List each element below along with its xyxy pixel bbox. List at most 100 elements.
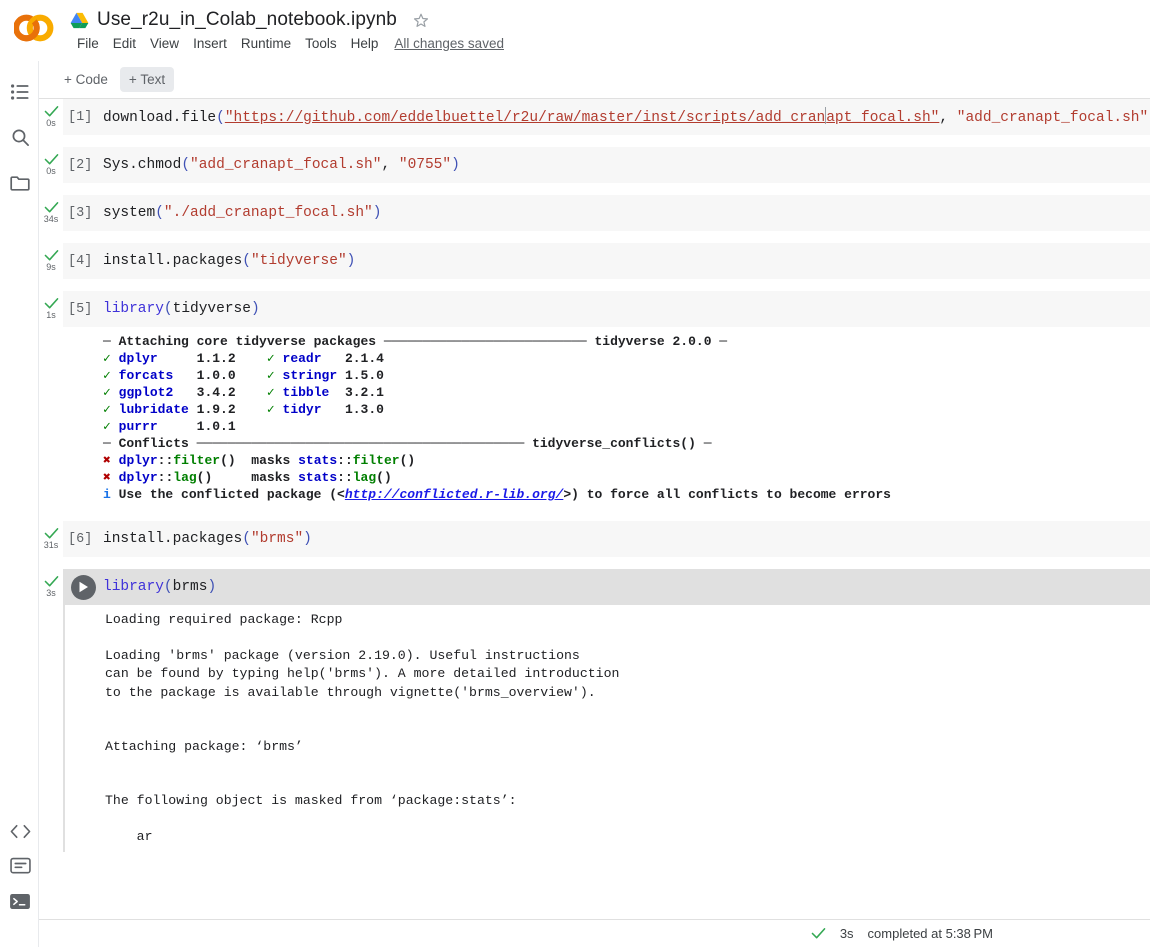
- execution-count: [3]: [68, 205, 93, 221]
- menu-help[interactable]: Help: [344, 34, 386, 53]
- run-cell-button[interactable]: [63, 574, 103, 600]
- notebook-cell[interactable]: 0s [1] download.file("https://github.com…: [39, 99, 1150, 135]
- menu-file[interactable]: File: [70, 34, 106, 53]
- code-token: library: [103, 301, 164, 317]
- code-snippets-icon[interactable]: [9, 820, 31, 842]
- success-check-icon: [44, 250, 58, 261]
- cell-spacer: [39, 183, 1150, 195]
- menu-view[interactable]: View: [143, 34, 186, 53]
- tidyverse-attach-output: ─ Attaching core tidyverse packages ────…: [103, 334, 891, 502]
- code-token: "tidyverse": [250, 253, 347, 269]
- code-token: download.file: [103, 109, 217, 126]
- cell-elapsed: 1s: [46, 310, 56, 320]
- notebook-cell[interactable]: 34s [3] system("./add_cranapt_focal.sh"): [39, 195, 1150, 231]
- notebook-scroll-area[interactable]: 0s [1] download.file("https://github.com…: [39, 99, 1150, 919]
- star-outline-icon[interactable]: [405, 11, 430, 29]
- notebook-cell[interactable]: 31s [6] install.packages("brms"): [39, 521, 1150, 557]
- add-text-cell-button[interactable]: + Text: [119, 67, 175, 92]
- command-palette-icon[interactable]: [9, 854, 31, 876]
- menu-bar: File Edit View Insert Runtime Tools Help…: [70, 34, 504, 53]
- code-editor[interactable]: system("./add_cranapt_focal.sh"): [103, 203, 381, 223]
- notebook-cell[interactable]: 0s [2] Sys.chmod("add_cranapt_focal.sh",…: [39, 147, 1150, 183]
- success-check-icon: [44, 576, 58, 587]
- notebook-cell[interactable]: 9s [4] install.packages("tidyverse"): [39, 243, 1150, 279]
- code-editor[interactable]: download.file("https://github.com/eddelb…: [103, 106, 1150, 128]
- success-check-icon: [811, 928, 826, 939]
- cell-status-gutter: 1s: [39, 297, 63, 320]
- cell-spacer: [39, 135, 1150, 147]
- code-token: "./add_cranapt_focal.sh": [163, 205, 373, 221]
- output-blank: [65, 702, 1150, 738]
- cell-code-row[interactable]: [3] system("./add_cranapt_focal.sh"): [63, 195, 1150, 231]
- brms-output-block3: The following object is masked from ‘pac…: [105, 793, 517, 809]
- search-icon[interactable]: [9, 126, 31, 148]
- table-of-contents-icon[interactable]: [9, 81, 31, 103]
- code-token: ,: [381, 157, 399, 173]
- cell-status-gutter: 0s: [39, 105, 63, 128]
- files-icon[interactable]: [9, 172, 31, 194]
- code-token: "add_cranapt_focal.sh": [190, 157, 382, 173]
- code-token: install.packages: [103, 253, 243, 269]
- page-title[interactable]: Use_r2u_in_Colab_notebook.ipynb: [97, 9, 397, 31]
- code-token: (: [163, 301, 173, 317]
- success-check-icon: [44, 202, 58, 213]
- cell-output: ─ Attaching core tidyverse packages ────…: [63, 327, 1150, 509]
- code-token: Sys.chmod: [103, 157, 182, 173]
- code-token: "brms": [250, 531, 304, 547]
- code-token: "add_cranapt_focal.sh": [956, 109, 1149, 126]
- cell-elapsed: 9s: [46, 262, 56, 272]
- colab-logo[interactable]: [13, 12, 54, 44]
- code-editor[interactable]: Sys.chmod("add_cranapt_focal.sh", "0755"…: [103, 155, 460, 175]
- execution-count: [2]: [68, 157, 93, 173]
- execution-count: [4]: [68, 253, 93, 269]
- cell-output: Loading required package: Rcpp Loading '…: [63, 605, 1150, 853]
- text-caret: [825, 106, 827, 124]
- code-token: system: [103, 205, 156, 221]
- code-editor[interactable]: library(brms): [103, 577, 216, 597]
- code-editor[interactable]: install.packages("tidyverse"): [103, 251, 355, 271]
- cell-status-gutter: 31s: [39, 527, 63, 550]
- cell-spacer: [39, 509, 1150, 521]
- execution-count: [6]: [68, 531, 93, 547]
- code-token: tidyverse: [172, 301, 251, 317]
- notebook-toolbar: + Code + Text: [39, 61, 1150, 99]
- cell-status-gutter: 9s: [39, 249, 63, 272]
- code-editor[interactable]: install.packages("brms"): [103, 529, 312, 549]
- cell-code-row[interactable]: [5] library(tidyverse): [63, 291, 1150, 327]
- cell-elapsed: 3s: [46, 588, 56, 598]
- cell-code-row[interactable]: [4] install.packages("tidyverse"): [63, 243, 1150, 279]
- play-icon[interactable]: [70, 574, 96, 600]
- save-status[interactable]: All changes saved: [394, 36, 504, 51]
- code-token: apt_focal.sh": [826, 109, 940, 126]
- menu-tools[interactable]: Tools: [298, 34, 344, 53]
- menu-runtime[interactable]: Runtime: [234, 34, 298, 53]
- code-token: ): [372, 205, 382, 221]
- cell-code-row[interactable]: [1] download.file("https://github.com/ed…: [63, 99, 1150, 135]
- code-editor[interactable]: library(tidyverse): [103, 299, 260, 319]
- output-blank: [65, 810, 1150, 828]
- menu-insert[interactable]: Insert: [186, 34, 234, 53]
- status-elapsed: 3s: [839, 926, 854, 941]
- cell-elapsed: 0s: [46, 118, 56, 128]
- success-check-icon: [44, 298, 58, 309]
- code-token: ): [303, 531, 312, 547]
- add-code-label: + Code: [64, 72, 108, 87]
- output-blank: [65, 756, 1150, 792]
- app-header: Use_r2u_in_Colab_notebook.ipynb File Edi…: [0, 0, 1150, 61]
- brms-output-line1: Loading required package: Rcpp: [105, 612, 343, 627]
- execution-count: [1]: [68, 109, 93, 125]
- notebook-cell-selected[interactable]: 3s library(brms) Loading required packag…: [39, 569, 1150, 853]
- cell-code-row[interactable]: library(brms): [63, 569, 1150, 605]
- success-check-icon: [44, 528, 58, 539]
- status-text: completed at 5:38 PM: [867, 926, 993, 941]
- code-token: ): [250, 301, 260, 317]
- execution-count: [5]: [68, 301, 93, 317]
- add-code-cell-button[interactable]: + Code: [55, 67, 117, 92]
- cell-code-row[interactable]: [6] install.packages("brms"): [63, 521, 1150, 557]
- notebook-cell[interactable]: 1s [5] library(tidyverse) ─ Attaching co…: [39, 291, 1150, 509]
- brms-output-block2: Attaching package: ‘brms’: [105, 738, 303, 754]
- terminal-icon[interactable]: [9, 890, 31, 912]
- cell-code-row[interactable]: [2] Sys.chmod("add_cranapt_focal.sh", "0…: [63, 147, 1150, 183]
- menu-edit[interactable]: Edit: [106, 34, 143, 53]
- code-token: "0755": [398, 157, 452, 173]
